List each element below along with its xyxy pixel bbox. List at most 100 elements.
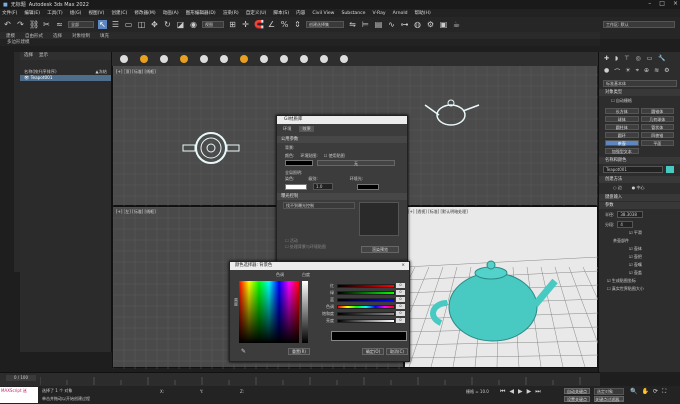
object-type-button[interactable]: 圆柱体 xyxy=(605,124,639,130)
teapot-icon[interactable] xyxy=(260,55,268,63)
exposure-header[interactable]: 曝光控制 xyxy=(277,193,407,200)
menu-item[interactable]: 脚本(S) xyxy=(273,10,289,16)
select-icon[interactable]: ↖ xyxy=(98,20,107,29)
object-type-button[interactable]: 圆锥体 xyxy=(640,108,674,114)
zoom-icon[interactable]: 🔍 xyxy=(630,388,637,396)
radius-input[interactable]: 38.3038 xyxy=(617,211,644,218)
move-icon[interactable]: ✥ xyxy=(150,20,159,29)
object-type-button[interactable]: 茶壶 xyxy=(605,140,639,146)
slider-value[interactable]: 0 xyxy=(396,311,405,316)
ribbon-tab[interactable]: 填充 xyxy=(100,33,109,39)
camera-icon[interactable] xyxy=(180,55,188,63)
selection-filter-dropdown[interactable]: 全部 xyxy=(68,21,94,28)
close-button[interactable]: × xyxy=(673,0,678,7)
teapot-part-checkbox[interactable]: ☑ 壶盖 xyxy=(599,269,680,277)
key-filter-dropdown[interactable]: 选定对象 xyxy=(594,388,624,395)
eyedropper-icon[interactable]: ✎ xyxy=(241,348,246,355)
create-tab-icon[interactable]: ✚ xyxy=(604,55,609,62)
maximize-button[interactable]: □ xyxy=(659,0,665,7)
menu-item[interactable]: 编辑(E) xyxy=(24,10,40,16)
bg-color-swatch[interactable] xyxy=(285,160,313,166)
parameters-header[interactable]: 参数 xyxy=(599,202,680,209)
workspace-dropdown[interactable]: 工作区: 默认 xyxy=(603,21,675,28)
object-category-dropdown[interactable]: 标准基本体 xyxy=(603,80,677,87)
cameras-cat-icon[interactable]: ⌖ xyxy=(636,67,639,76)
angle-snap-icon[interactable]: ∠ xyxy=(267,20,276,29)
slider-value[interactable]: 0 xyxy=(396,318,405,323)
scale-icon[interactable]: ◪ xyxy=(176,20,185,29)
menu-item[interactable]: 组(G) xyxy=(70,10,82,16)
tint-swatch[interactable] xyxy=(285,183,307,190)
object-type-button[interactable]: 长方体 xyxy=(605,108,639,114)
render-frame-icon[interactable]: ▣ xyxy=(439,20,448,29)
space-warp-icon[interactable] xyxy=(220,55,228,63)
named-selection-dropdown[interactable]: 创建选择集 xyxy=(306,21,344,28)
segments-input[interactable]: 4 xyxy=(617,221,634,228)
set-key-button[interactable]: 设置关键点 xyxy=(564,396,590,402)
menu-item[interactable]: Civil View xyxy=(312,11,334,16)
whiteness-bar[interactable] xyxy=(302,281,308,343)
menu-item[interactable]: 工具(T) xyxy=(47,10,63,16)
ambient-swatch[interactable] xyxy=(357,183,379,190)
center-radio[interactable]: ● 中心 xyxy=(632,185,645,191)
tab-environment[interactable]: 环境 xyxy=(283,126,291,132)
pan-icon[interactable]: ✋ xyxy=(641,388,648,396)
select-by-name-icon[interactable]: ☰ xyxy=(111,20,120,29)
cone-icon[interactable] xyxy=(340,55,348,63)
gen-mapping-checkbox[interactable]: ☑ 生成贴图坐标 xyxy=(599,277,680,285)
systems-cat-icon[interactable]: ⚙ xyxy=(664,67,669,76)
menu-item[interactable]: Arnold xyxy=(393,11,408,16)
object-color-swatch[interactable] xyxy=(666,166,674,173)
level-input[interactable]: 1.0 xyxy=(313,183,333,190)
keyboard-entry-header[interactable]: 键盘输入 xyxy=(599,194,680,201)
go-start-icon[interactable]: ⏮ xyxy=(500,388,505,396)
menu-item[interactable]: 文件(F) xyxy=(2,10,17,16)
ribbon-tab[interactable]: 自由形式 xyxy=(25,33,43,39)
tab-effects[interactable]: 效果 xyxy=(299,126,314,132)
menu-item[interactable]: 图形编辑器(D) xyxy=(186,10,216,16)
edge-radio[interactable]: ○ 边 xyxy=(613,185,622,191)
color-slider[interactable] xyxy=(337,297,395,302)
object-type-header[interactable]: 对象类型 xyxy=(599,89,680,96)
ok-button[interactable]: 确定(O) xyxy=(362,348,384,355)
geometry-icon[interactable]: ● xyxy=(604,67,609,76)
schematic-icon[interactable]: ⊶ xyxy=(400,20,409,29)
display-tab-icon[interactable]: ▭ xyxy=(647,55,653,62)
creation-method-header[interactable]: 创建方法 xyxy=(599,176,680,183)
next-frame-icon[interactable]: ▶ xyxy=(527,388,532,396)
close-icon[interactable]: × xyxy=(401,262,405,270)
unlink-icon[interactable]: ✂ xyxy=(42,20,51,29)
motion-tab-icon[interactable]: ◎ xyxy=(635,55,640,62)
menu-item[interactable]: V-Ray xyxy=(372,11,385,16)
go-end-icon[interactable]: ⏭ xyxy=(535,388,540,396)
select-manip-icon[interactable]: ✛ xyxy=(241,20,250,29)
curve-editor-icon[interactable]: ∿ xyxy=(387,20,396,29)
viewport-perspective[interactable]: [+] [透视] [标准] [默认明暗处理] xyxy=(404,206,599,368)
place-icon[interactable]: ◉ xyxy=(189,20,198,29)
helper-icon[interactable] xyxy=(200,55,208,63)
helpers-cat-icon[interactable]: ⊕ xyxy=(644,67,649,76)
systems-icon[interactable] xyxy=(240,55,248,63)
redo-icon[interactable]: ↷ xyxy=(16,20,25,29)
render-preview-button[interactable]: 渲染预览 xyxy=(361,246,399,253)
slider-value[interactable]: 0 xyxy=(396,297,405,302)
render-setup-icon[interactable]: ⚙ xyxy=(426,20,435,29)
ref-coord-dropdown[interactable]: 视图 xyxy=(202,21,224,28)
rotate-icon[interactable]: ↻ xyxy=(163,20,172,29)
common-params-header[interactable]: 公用参数 xyxy=(277,136,407,143)
reset-button[interactable]: 重置(R) xyxy=(288,348,310,355)
slider-value[interactable]: 0 xyxy=(396,290,405,295)
color-slider[interactable] xyxy=(337,318,395,323)
utilities-tab-icon[interactable]: 🔧 xyxy=(658,55,665,62)
shapes-cat-icon[interactable]: ⌒ xyxy=(614,67,620,76)
rect-select-icon[interactable]: ▭ xyxy=(124,20,133,29)
scene-column-name[interactable]: 名称(按升序排序) xyxy=(24,69,57,74)
maxscript-listener[interactable]: MAXScript 迷 xyxy=(0,387,38,403)
align-icon[interactable]: ⊨ xyxy=(361,20,370,29)
maximize-viewport-icon[interactable]: ⛶ xyxy=(662,388,666,396)
object-type-button[interactable]: 管状体 xyxy=(640,124,674,130)
menu-item[interactable]: 内容 xyxy=(296,10,305,16)
box-icon[interactable] xyxy=(120,55,128,63)
menu-item[interactable]: 渲染(R) xyxy=(223,10,239,16)
use-map-checkbox[interactable]: ☐ 使用贴图 xyxy=(324,153,345,159)
